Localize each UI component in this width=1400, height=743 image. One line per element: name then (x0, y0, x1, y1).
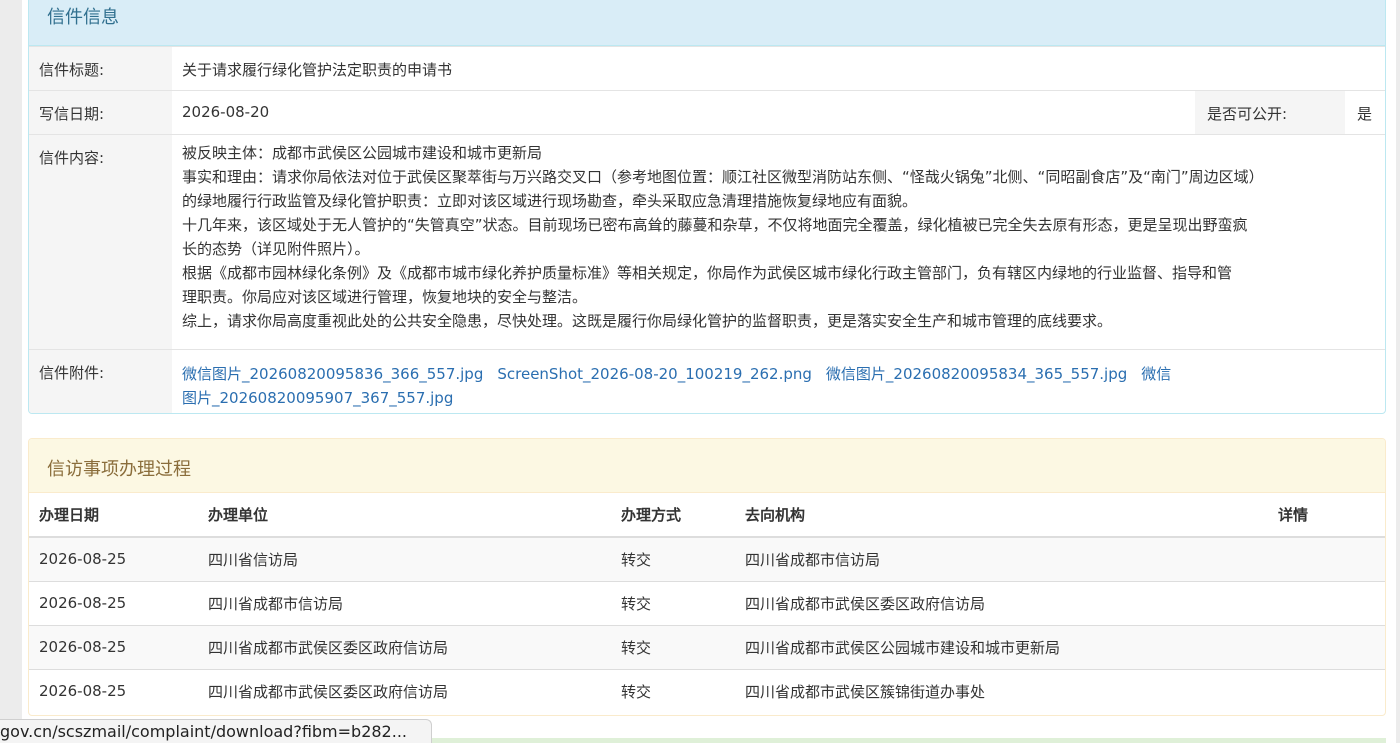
cell-method: 转交 (611, 580, 735, 625)
content-line: 理职责。你局应对该区域进行管理，恢复地块的安全与整洁。 (182, 288, 588, 306)
header-method: 办理方式 (611, 493, 735, 538)
header-destination: 去向机构 (735, 493, 1268, 538)
main-content: 信件信息 信件标题: 关于请求履行绿化管护法定职责的申请书 写信日期: 2026… (22, 0, 1396, 743)
table-row: 2026-08-25 四川省成都市武侯区委区政府信访局 转交 四川省成都市武侯区… (29, 668, 1385, 713)
cell-date: 2026-08-25 (29, 624, 198, 669)
cell-destination: 四川省成都市武侯区公园城市建设和城市更新局 (735, 624, 1268, 669)
date-row: 写信日期: 2026-08-20 是否可公开: 是 (29, 90, 1385, 135)
public-value: 是 (1357, 105, 1373, 123)
cell-details (1268, 668, 1385, 713)
attachment-row: 信件附件: 微信图片_20260820095836_366_557.jpg Scr… (29, 349, 1385, 413)
cell-unit: 四川省成都市信访局 (198, 580, 611, 625)
date-label: 写信日期: (29, 91, 172, 135)
cell-details (1268, 536, 1385, 581)
page: 信件信息 信件标题: 关于请求履行绿化管护法定职责的申请书 写信日期: 2026… (0, 0, 1400, 743)
cell-method: 转交 (611, 668, 735, 713)
letter-info-panel: 信件信息 信件标题: 关于请求履行绿化管护法定职责的申请书 写信日期: 2026… (28, 0, 1386, 414)
subject-label: 信件标题: (29, 47, 172, 91)
attachment-list: 微信图片_20260820095836_366_557.jpg ScreenSho… (172, 350, 1182, 413)
subject-row: 信件标题: 关于请求履行绿化管护法定职责的申请书 (29, 46, 1385, 91)
cell-destination: 四川省成都市武侯区委区政府信访局 (735, 580, 1268, 625)
attachment-link[interactable]: ScreenShot_2026-08-20_100219_262.png (497, 365, 812, 383)
table-header-row: 办理日期 办理单位 办理方式 去向机构 详情 (29, 493, 1385, 538)
cell-method: 转交 (611, 624, 735, 669)
content-line: 综上，请求你局高度重视此处的公共安全隐患，尽快处理。这既是履行你局绿化管护的监督… (182, 312, 1113, 330)
header-details: 详情 (1268, 493, 1385, 538)
content-line: 根据《成都市园林绿化条例》及《成都市城市绿化养护质量标准》等相关规定，你局作为武… (182, 264, 1233, 282)
content-line: 长的态势（详见附件照片）。 (182, 240, 370, 258)
content-line: 事实和理由：请求你局依法对位于武侯区聚萃街与万兴路交叉口（参考地图位置：顺江社区… (182, 168, 1264, 186)
header-unit: 办理单位 (198, 493, 611, 538)
content-line: 的绿地履行行政监管及绿化管护职责：立即对该区域进行现场勘查，牵头采取应急清理措施… (182, 192, 918, 210)
table-row: 2026-08-25 四川省信访局 转交 四川省成都市信访局 (29, 536, 1385, 581)
letter-info-title: 信件信息 (29, 0, 1385, 46)
content-line: 被反映主体：成都市武侯区公园城市建设和城市更新局 (182, 144, 543, 162)
attachment-label: 信件附件: (29, 350, 172, 413)
subject-value: 关于请求履行绿化管护法定职责的申请书 (182, 61, 453, 79)
content-label: 信件内容: (29, 135, 172, 350)
cell-date: 2026-08-25 (29, 536, 198, 581)
attachment-link[interactable]: 微信图片_20260820095834_365_557.jpg (826, 365, 1127, 383)
table-row: 2026-08-25 四川省成都市信访局 转交 四川省成都市武侯区委区政府信访局 (29, 580, 1385, 625)
cell-date: 2026-08-25 (29, 668, 198, 713)
content-row: 信件内容: 被反映主体：成都市武侯区公园城市建设和城市更新局 事实和理由：请求你… (29, 134, 1385, 350)
cell-destination: 四川省成都市武侯区簇锦街道办事处 (735, 668, 1268, 713)
attachment-link[interactable]: 微信图片_20260820095836_366_557.jpg (182, 365, 483, 383)
header-date: 办理日期 (29, 493, 198, 538)
cell-unit: 四川省成都市武侯区委区政府信访局 (198, 624, 611, 669)
cell-unit: 四川省成都市武侯区委区政府信访局 (198, 668, 611, 713)
content-line: 十几年来，该区域处于无人管护的“失管真空”状态。目前现场已密布高耸的藤蔓和杂草，… (182, 216, 1248, 234)
table-row: 2026-08-25 四川省成都市武侯区委区政府信访局 转交 四川省成都市武侯区… (29, 624, 1385, 669)
cell-details (1268, 580, 1385, 625)
cell-method: 转交 (611, 536, 735, 581)
content-text: 被反映主体：成都市武侯区公园城市建设和城市更新局 事实和理由：请求你局依法对位于… (172, 135, 1379, 350)
cell-details (1268, 624, 1385, 669)
process-panel: 信访事项办理过程 办理日期 办理单位 办理方式 去向机构 详情 2026-08-… (28, 438, 1386, 716)
public-label: 是否可公开: (1195, 91, 1345, 135)
process-table: 办理日期 办理单位 办理方式 去向机构 详情 2026-08-25 四川省信访局… (29, 493, 1385, 713)
cell-date: 2026-08-25 (29, 580, 198, 625)
date-value: 2026-08-20 (182, 103, 270, 121)
browser-status-bar: gov.cn/scszmail/complaint/download?fibm=… (0, 719, 432, 743)
process-title: 信访事项办理过程 (29, 439, 1385, 493)
cell-destination: 四川省成都市信访局 (735, 536, 1268, 581)
cell-unit: 四川省信访局 (198, 536, 611, 581)
